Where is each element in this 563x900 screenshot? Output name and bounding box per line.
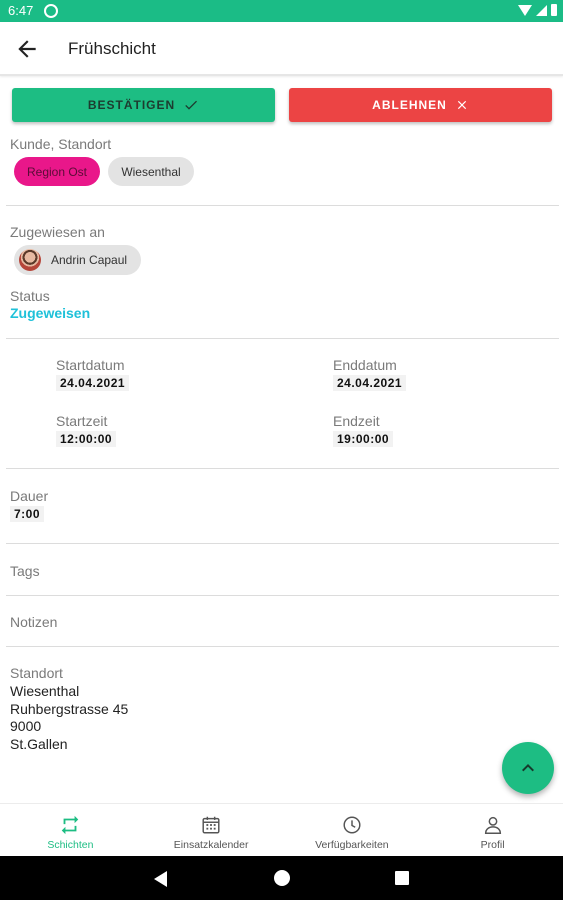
start-time-value: 12:00:00 — [56, 431, 117, 447]
clock-icon — [341, 814, 363, 836]
location-name: Wiesenthal — [10, 683, 80, 699]
nav-item-einsatzkalender[interactable]: Einsatzkalender — [141, 804, 282, 856]
back-button[interactable] — [14, 36, 40, 62]
reject-button[interactable]: ABLEHNEN — [289, 88, 552, 122]
status-bar: 6:47 — [0, 0, 563, 22]
signal-icon — [536, 4, 547, 16]
chevron-up-icon — [522, 764, 534, 772]
wifi-icon — [518, 4, 532, 16]
calendar-icon — [200, 814, 222, 836]
end-time-value: 19:00:00 — [333, 431, 394, 447]
assigned-user-chip: Andrin Capaul — [14, 245, 141, 275]
start-date-value: 24.04.2021 — [56, 375, 130, 391]
nav-item-profil[interactable]: Profil — [422, 804, 563, 856]
nav-label: Einsatzkalender — [173, 839, 249, 851]
location-street: Ruhbergstrasse 45 — [10, 701, 129, 717]
app-bar: Frühschicht — [0, 22, 563, 76]
scroll-top-button[interactable] — [502, 742, 554, 794]
assigned-label: Zugewiesen an — [10, 224, 105, 240]
check-icon — [185, 100, 198, 110]
arrow-left-icon — [18, 40, 36, 58]
location-chip: Wiesenthal — [108, 157, 194, 186]
end-date-label: Enddatum — [333, 357, 397, 373]
customer-label: Kunde, Standort — [10, 136, 112, 152]
confirm-button[interactable]: BESTÄTIGEN — [12, 88, 275, 122]
end-date-value: 24.04.2021 — [333, 375, 407, 391]
app-notification-icon — [44, 4, 58, 18]
start-date-label: Startdatum — [56, 357, 125, 373]
system-recents-button[interactable] — [395, 871, 409, 885]
avatar — [19, 249, 41, 271]
location-city: St.Gallen — [10, 736, 68, 752]
status-time: 6:47 — [8, 3, 34, 18]
system-home-button[interactable] — [274, 870, 290, 886]
location-zip: 9000 — [10, 718, 42, 734]
divider — [6, 595, 559, 596]
nav-label: Verfügbarkeiten — [315, 839, 389, 851]
nav-label: Schichten — [47, 839, 94, 851]
assigned-user-name: Andrin Capaul — [51, 253, 128, 267]
system-navigation-bar — [0, 856, 563, 900]
nav-label: Profil — [480, 839, 505, 851]
nav-item-schichten[interactable]: Schichten — [0, 804, 141, 856]
end-time-label: Endzeit — [333, 413, 380, 429]
divider — [6, 338, 559, 339]
reject-label: ABLEHNEN — [372, 98, 447, 112]
notes-label: Notizen — [10, 614, 58, 630]
location-label: Standort — [10, 665, 63, 681]
bottom-navigation: Schichten Einsatzkalender Verfügbarkeite… — [0, 803, 563, 856]
start-time-label: Startzeit — [56, 413, 108, 429]
close-icon — [457, 100, 466, 110]
status-icons — [518, 4, 557, 16]
page-title: Frühschicht — [68, 39, 156, 58]
divider — [6, 646, 559, 647]
nav-item-verfuegbarkeiten[interactable]: Verfügbarkeiten — [282, 804, 423, 856]
divider — [6, 468, 559, 469]
status-value: Zugeweisen — [10, 305, 91, 321]
duration-value: 7:00 — [10, 506, 45, 522]
divider — [6, 205, 559, 206]
swap-arrows-icon — [59, 814, 81, 836]
tags-label: Tags — [10, 563, 40, 579]
person-icon — [482, 814, 504, 836]
system-back-button[interactable] — [154, 871, 167, 887]
confirm-label: BESTÄTIGEN — [87, 98, 176, 112]
status-label: Status — [10, 288, 50, 304]
region-chip: Region Ost — [14, 157, 100, 186]
battery-icon — [551, 4, 557, 16]
duration-label: Dauer — [10, 488, 49, 504]
divider — [6, 543, 559, 544]
